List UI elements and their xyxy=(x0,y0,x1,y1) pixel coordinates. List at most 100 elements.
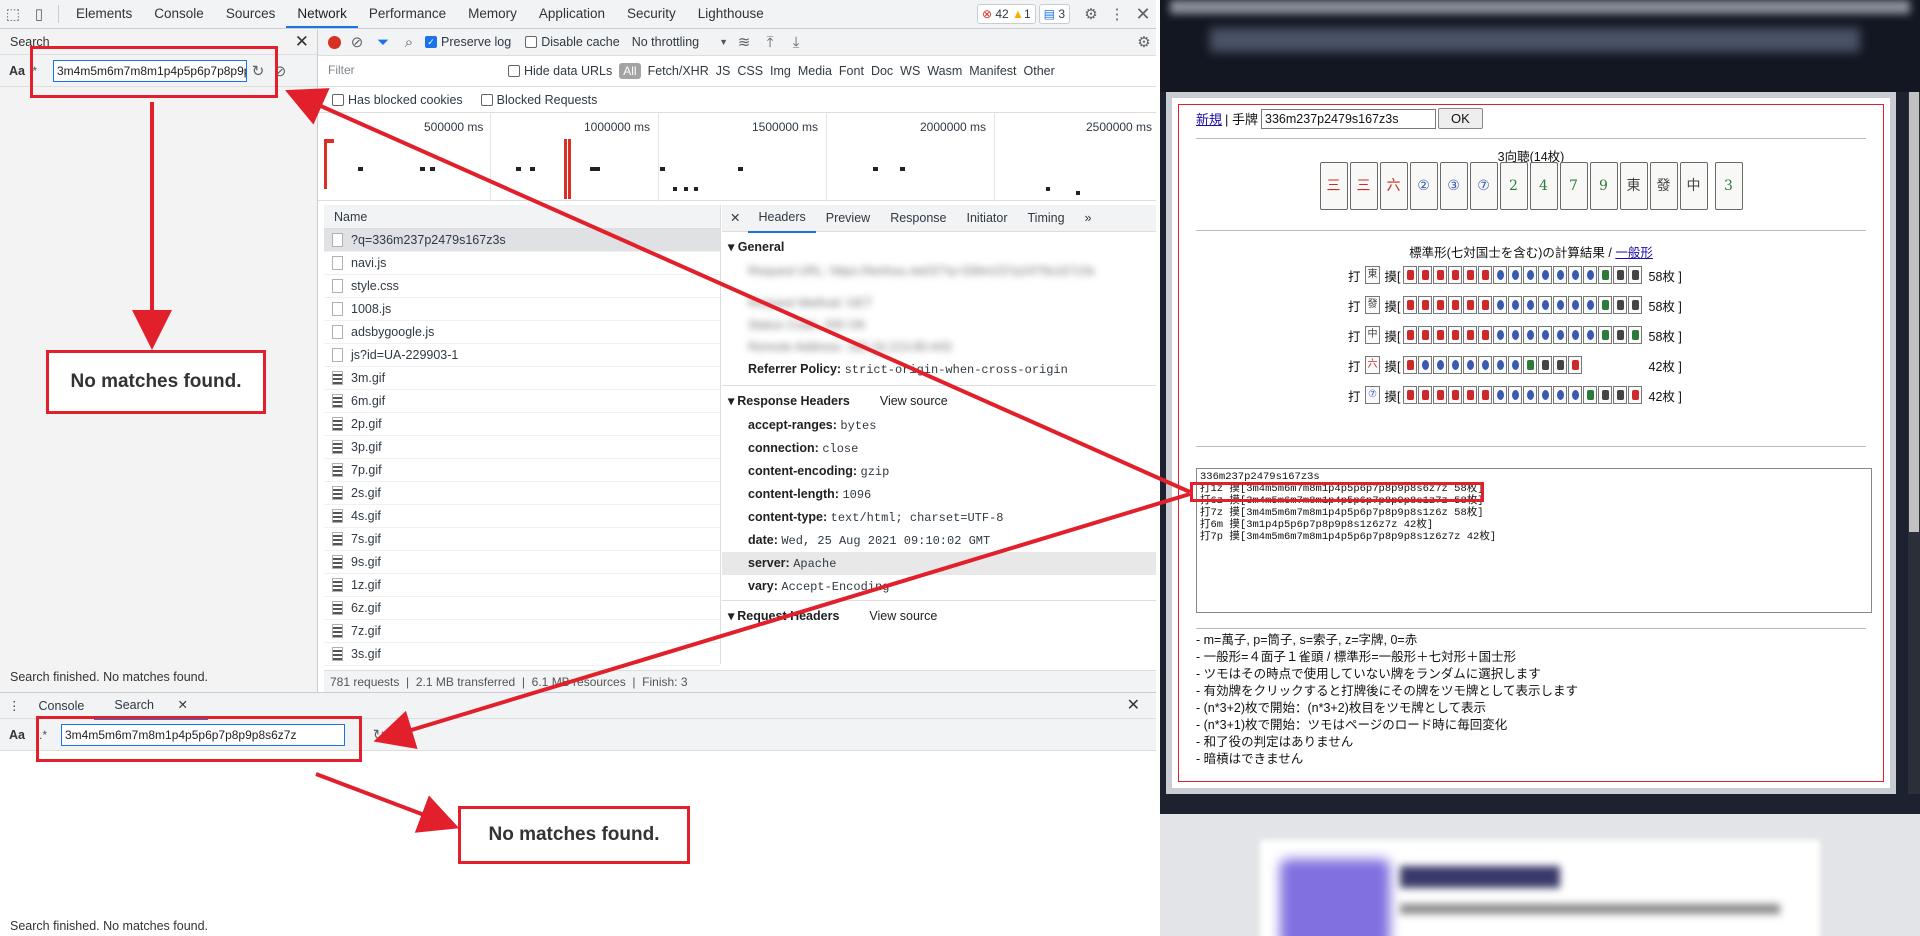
table-row[interactable]: 1z.gif xyxy=(324,574,720,597)
wait-tile[interactable] xyxy=(1583,386,1597,404)
wait-tile[interactable] xyxy=(1403,266,1417,284)
wait-tile[interactable] xyxy=(1433,296,1447,314)
wait-tile[interactable] xyxy=(1478,296,1492,314)
hand-input[interactable]: 336m237p2479s167z3s xyxy=(1261,108,1437,129)
discard-tile[interactable]: 東 xyxy=(1365,266,1381,284)
wait-tile[interactable] xyxy=(1448,296,1462,314)
wait-tile[interactable] xyxy=(1433,356,1447,374)
wait-tile[interactable] xyxy=(1538,386,1552,404)
ok-button[interactable]: OK xyxy=(1438,108,1483,129)
hide-data-urls-checkbox[interactable]: Hide data URLs xyxy=(508,64,612,78)
scrollbar-thumb[interactable] xyxy=(1909,92,1919,532)
wait-tile[interactable] xyxy=(1598,266,1612,284)
wait-tile[interactable] xyxy=(1613,266,1627,284)
table-row[interactable]: style.css xyxy=(324,275,720,298)
wait-tile[interactable] xyxy=(1568,296,1582,314)
wait-tile[interactable] xyxy=(1523,296,1537,314)
wait-tile[interactable] xyxy=(1403,326,1417,344)
tab-preview[interactable]: Preview xyxy=(816,205,880,232)
wait-tile[interactable] xyxy=(1478,266,1492,284)
wait-tile[interactable] xyxy=(1463,296,1477,314)
wait-tile[interactable] xyxy=(1493,386,1507,404)
mahjong-tile[interactable]: 2 xyxy=(1499,162,1528,210)
issues-badge[interactable]: ⊗ 42 ▲ 1 xyxy=(976,4,1036,24)
mahjong-tile[interactable]: 4 xyxy=(1529,162,1558,210)
tab-headers[interactable]: Headers xyxy=(748,205,816,233)
wait-tile[interactable] xyxy=(1553,296,1567,314)
table-row[interactable]: navi.js xyxy=(324,252,720,275)
wait-tile[interactable] xyxy=(1538,296,1552,314)
wait-tile[interactable] xyxy=(1583,326,1597,344)
tab-security[interactable]: Security xyxy=(616,0,687,28)
import-har-icon[interactable]: ⤒ xyxy=(760,29,780,55)
wait-tile[interactable] xyxy=(1403,386,1417,404)
close-devtools-icon[interactable]: ✕ xyxy=(1130,1,1156,27)
wait-tile[interactable] xyxy=(1508,266,1522,284)
table-row[interactable]: 9s.gif xyxy=(324,551,720,574)
table-row[interactable]: 6z.gif xyxy=(324,597,720,620)
tab-console[interactable]: Console xyxy=(143,0,215,28)
general-form-link[interactable]: 一般形 xyxy=(1615,246,1653,260)
tab-initiator[interactable]: Initiator xyxy=(957,205,1018,232)
wait-tile[interactable] xyxy=(1628,386,1642,404)
wait-tile[interactable] xyxy=(1418,266,1432,284)
wait-tile[interactable] xyxy=(1493,296,1507,314)
wait-tile[interactable] xyxy=(1583,296,1597,314)
wait-tile[interactable] xyxy=(1553,386,1567,404)
match-case-toggle[interactable]: Aa xyxy=(9,64,29,78)
network-settings-icon[interactable]: ⚙ xyxy=(1132,29,1156,55)
record-icon[interactable] xyxy=(328,35,341,49)
table-row[interactable]: 3m.gif xyxy=(324,367,720,390)
wait-tile[interactable] xyxy=(1508,356,1522,374)
type-filter-img[interactable]: Img xyxy=(770,64,791,78)
wait-tile[interactable] xyxy=(1538,326,1552,344)
general-section-title[interactable]: ▾ General xyxy=(722,232,1156,260)
mahjong-tile[interactable]: 三 xyxy=(1319,162,1348,210)
wait-tile[interactable] xyxy=(1448,266,1462,284)
tab-performance[interactable]: Performance xyxy=(358,0,457,28)
wait-tile[interactable] xyxy=(1553,266,1567,284)
blocked-requests-checkbox[interactable]: Blocked Requests xyxy=(480,93,597,107)
table-row[interactable]: adsbygoogle.js xyxy=(324,321,720,344)
more-tabs-icon[interactable]: » xyxy=(1075,205,1102,232)
mahjong-tile[interactable]: 三 xyxy=(1349,162,1378,210)
wait-tile[interactable] xyxy=(1523,266,1537,284)
wait-tile[interactable] xyxy=(1568,356,1582,374)
wait-tile[interactable] xyxy=(1418,326,1432,344)
table-row[interactable]: 7s.gif xyxy=(324,528,720,551)
response-headers-title[interactable]: ▾ Response Headers View source xyxy=(722,386,1156,414)
type-filter-fetch[interactable]: Fetch/XHR xyxy=(648,64,709,78)
table-row[interactable]: 7p.gif xyxy=(324,459,720,482)
close-drawer-icon[interactable]: ✕ xyxy=(1111,693,1156,719)
wait-tile[interactable] xyxy=(1463,356,1477,374)
wait-tile[interactable] xyxy=(1553,326,1567,344)
new-link[interactable]: 新規 xyxy=(1196,109,1222,128)
filter-input[interactable]: Filter xyxy=(328,61,501,81)
mahjong-tile[interactable]: 中 xyxy=(1679,162,1708,210)
tab-timing[interactable]: Timing xyxy=(1018,205,1075,232)
close-tab-icon[interactable]: ✕ xyxy=(167,698,197,712)
wait-tile[interactable] xyxy=(1448,356,1462,374)
mahjong-tile[interactable]: 六 xyxy=(1379,162,1408,210)
chevron-down-icon[interactable]: ▼ xyxy=(719,37,728,47)
wait-tile[interactable] xyxy=(1628,266,1642,284)
type-filter-ws[interactable]: WS xyxy=(900,64,920,78)
wait-tile[interactable] xyxy=(1568,386,1582,404)
clear-log-icon[interactable]: ⊘ xyxy=(347,29,367,55)
has-blocked-cookies-checkbox[interactable]: Has blocked cookies xyxy=(332,93,463,107)
tab-sources[interactable]: Sources xyxy=(215,0,287,28)
wait-tile[interactable] xyxy=(1568,266,1582,284)
mahjong-tile[interactable]: ② xyxy=(1409,162,1438,210)
wait-tile[interactable] xyxy=(1463,266,1477,284)
page-scrollbar[interactable] xyxy=(1908,92,1920,794)
mahjong-tile[interactable]: 7 xyxy=(1559,162,1588,210)
wait-tile[interactable] xyxy=(1433,266,1447,284)
wait-tile[interactable] xyxy=(1523,326,1537,344)
device-toolbar-icon[interactable]: ▯ xyxy=(26,1,52,27)
mahjong-tile[interactable]: 9 xyxy=(1589,162,1618,210)
table-row[interactable]: ?q=336m237p2479s167z3s xyxy=(324,229,720,252)
refresh-icon[interactable]: ↻ xyxy=(365,722,393,748)
type-filter-all[interactable]: All xyxy=(619,63,641,79)
mahjong-tile[interactable]: 東 xyxy=(1619,162,1648,210)
wait-tile[interactable] xyxy=(1598,386,1612,404)
